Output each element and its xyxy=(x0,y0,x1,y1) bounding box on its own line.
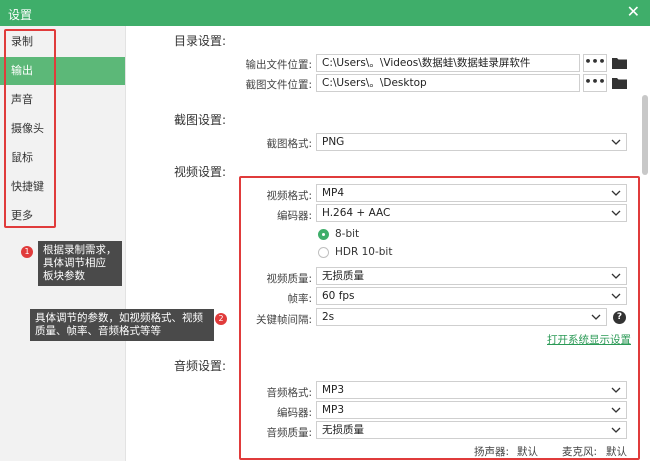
hdr10-label: HDR 10-bit xyxy=(335,246,393,258)
chevron-down-icon xyxy=(611,190,621,196)
select-value: H.264 + AAC xyxy=(322,207,391,219)
screenshot-format-select[interactable]: PNG xyxy=(316,133,627,151)
audio-format-label: 音频格式: xyxy=(266,387,312,399)
browse-capture-button[interactable]: ••• xyxy=(583,74,607,92)
audio-format-select[interactable]: MP3 xyxy=(316,381,627,399)
sidebar-item-more[interactable]: 更多 xyxy=(0,202,125,230)
select-value: PNG xyxy=(322,136,345,148)
chevron-down-icon xyxy=(611,387,621,393)
chevron-down-icon xyxy=(611,293,621,299)
video-quality-select[interactable]: 无损质量 xyxy=(316,267,627,285)
annotation-tip-1: 根据录制需求， 具体调节相应 板块参数 xyxy=(38,241,122,286)
title-bar: 设置 ✕ xyxy=(0,0,650,26)
fps-select[interactable]: 60 fps xyxy=(316,287,627,305)
keyframe-select[interactable]: 2s xyxy=(316,308,607,326)
select-value: MP4 xyxy=(322,187,345,199)
annotation-badge-1: 1 xyxy=(21,246,33,258)
chevron-down-icon xyxy=(611,427,621,433)
select-value: MP3 xyxy=(322,404,345,416)
help-icon[interactable]: ? xyxy=(613,311,626,324)
folder-icon[interactable] xyxy=(612,57,627,69)
browse-output-button[interactable]: ••• xyxy=(583,54,607,72)
window-title: 设置 xyxy=(8,8,33,22)
output-path-field[interactable]: C:\Users\。\Videos\数据蛙\数据蛙录屏软件 xyxy=(316,54,580,72)
close-icon[interactable]: ✕ xyxy=(627,3,640,21)
sidebar-item-mouse[interactable]: 鼠标 xyxy=(0,144,125,172)
screenshot-section-title: 截图设置: xyxy=(174,113,227,127)
bit8-label: 8-bit xyxy=(335,228,360,240)
fps-label: 帧率: xyxy=(287,293,312,305)
video-encoder-label: 编码器: xyxy=(276,210,312,222)
keyframe-label: 关键帧间隔: xyxy=(255,314,312,326)
open-system-display-link[interactable]: 打开系统显示设置 xyxy=(547,332,631,347)
tip-line: 板块参数 xyxy=(43,270,85,282)
screenshot-format-label: 截图格式: xyxy=(266,138,312,150)
sidebar-item-sound[interactable]: 声音 xyxy=(0,86,125,114)
select-value: MP3 xyxy=(322,384,345,396)
sidebar-item-label: 鼠标 xyxy=(11,151,33,164)
audio-quality-label: 音频质量: xyxy=(266,427,312,439)
video-format-select[interactable]: MP4 xyxy=(316,184,627,202)
video-quality-label: 视频质量: xyxy=(266,273,312,285)
chevron-down-icon xyxy=(611,273,621,279)
capture-path-label: 截图文件位置: xyxy=(245,79,312,91)
chevron-down-icon xyxy=(611,210,621,216)
mic-value: 默认 xyxy=(606,446,627,458)
tip-line: 具体调节的参数，如视频格式、视频 xyxy=(35,312,203,324)
tip-line: 具体调节相应 xyxy=(43,257,106,269)
select-value: 2s xyxy=(322,311,335,323)
sidebar-item-record[interactable]: 录制 xyxy=(0,28,125,56)
scrollbar-thumb[interactable] xyxy=(642,95,648,175)
sidebar-item-label: 录制 xyxy=(11,35,33,48)
folder-icon[interactable] xyxy=(612,77,627,89)
capture-path-field[interactable]: C:\Users\。\Desktop xyxy=(316,74,580,92)
speaker-value: 默认 xyxy=(517,446,538,458)
sidebar-item-output[interactable]: 输出 xyxy=(0,57,125,85)
sidebar-item-label: 声音 xyxy=(11,93,33,106)
video-section-title: 视频设置: xyxy=(174,165,227,179)
audio-encoder-label: 编码器: xyxy=(276,407,312,419)
annotation-tip-2: 具体调节的参数，如视频格式、视频 质量、帧率、音频格式等等 xyxy=(30,309,214,341)
chevron-down-icon xyxy=(591,314,601,320)
audio-quality-select[interactable]: 无损质量 xyxy=(316,421,627,439)
tip-line: 质量、帧率、音频格式等等 xyxy=(35,325,161,337)
chevron-down-icon xyxy=(611,407,621,413)
sidebar-item-hotkeys[interactable]: 快捷键 xyxy=(0,173,125,201)
sidebar-item-camera[interactable]: 摄像头 xyxy=(0,115,125,143)
sidebar-item-label: 输出 xyxy=(11,64,33,77)
tip-line: 根据录制需求， xyxy=(43,244,117,256)
chevron-down-icon xyxy=(611,139,621,145)
select-value: 无损质量 xyxy=(322,424,364,436)
bit8-radio[interactable] xyxy=(318,229,329,240)
output-path-label: 输出文件位置: xyxy=(245,59,312,71)
video-encoder-select[interactable]: H.264 + AAC xyxy=(316,204,627,222)
video-format-label: 视频格式: xyxy=(266,190,312,202)
speaker-label: 扬声器: xyxy=(474,446,510,458)
sidebar-item-label: 快捷键 xyxy=(11,180,44,193)
mic-label: 麦克风: xyxy=(562,446,598,458)
directory-section-title: 目录设置: xyxy=(174,34,227,48)
sidebar-item-label: 更多 xyxy=(11,209,33,222)
select-value: 60 fps xyxy=(322,290,355,302)
audio-encoder-select[interactable]: MP3 xyxy=(316,401,627,419)
select-value: 无损质量 xyxy=(322,270,364,282)
sidebar-item-label: 摄像头 xyxy=(11,122,44,135)
audio-section-title: 音频设置: xyxy=(174,359,227,373)
hdr10-radio[interactable] xyxy=(318,247,329,258)
